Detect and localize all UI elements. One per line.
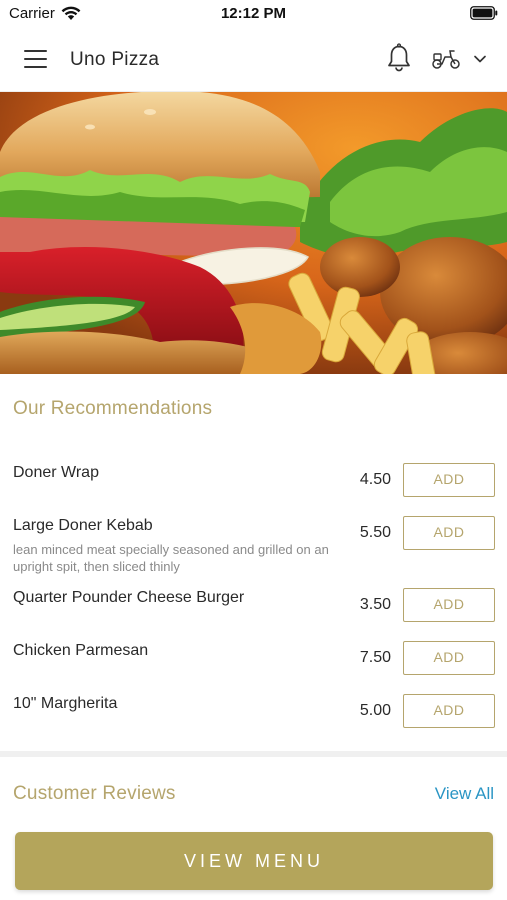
- battery-icon: [470, 6, 498, 20]
- item-price: 4.50: [359, 471, 391, 488]
- bell-icon[interactable]: [386, 43, 412, 73]
- add-button[interactable]: ADD: [403, 516, 495, 550]
- add-button[interactable]: ADD: [403, 694, 495, 728]
- food-photo: [0, 92, 507, 374]
- view-all-link[interactable]: View All: [435, 784, 494, 804]
- recommendations-section: Our Recommendations Doner Wrap 4.50 ADD …: [0, 374, 507, 751]
- reviews-heading: Customer Reviews: [13, 783, 176, 804]
- scooter-icon[interactable]: [431, 48, 461, 70]
- item-name: Large Doner Kebab: [13, 517, 153, 534]
- item-description: lean minced meat specially seasoned and …: [13, 542, 329, 574]
- hamburger-menu-icon[interactable]: [24, 50, 47, 68]
- item-price: 3.50: [359, 596, 391, 613]
- item-name: Doner Wrap: [13, 464, 99, 481]
- restaurant-title: Uno Pizza: [70, 49, 160, 70]
- clock-time: 12:12 PM: [220, 5, 287, 22]
- item-name: Quarter Pounder Cheese Burger: [13, 589, 245, 606]
- status-bar: Carrier 12:12 PM: [0, 0, 507, 28]
- hero-food-image: [0, 92, 507, 374]
- view-menu-button[interactable]: VIEW MENU: [15, 832, 493, 890]
- item-price: 5.50: [359, 524, 391, 541]
- item-name: 10" Margherita: [13, 695, 118, 712]
- item-price: 5.00: [359, 702, 391, 719]
- item-price: 7.50: [359, 649, 391, 666]
- add-button[interactable]: ADD: [403, 463, 495, 497]
- reviews-section: Customer Reviews View All VIEW MENU: [0, 757, 507, 900]
- item-name: Chicken Parmesan: [13, 642, 149, 659]
- app-header: Uno Pizza: [0, 28, 507, 92]
- recommendations-heading: Our Recommendations: [13, 398, 213, 419]
- add-button[interactable]: ADD: [403, 588, 495, 622]
- chevron-down-icon[interactable]: [473, 54, 487, 64]
- add-button[interactable]: ADD: [403, 641, 495, 675]
